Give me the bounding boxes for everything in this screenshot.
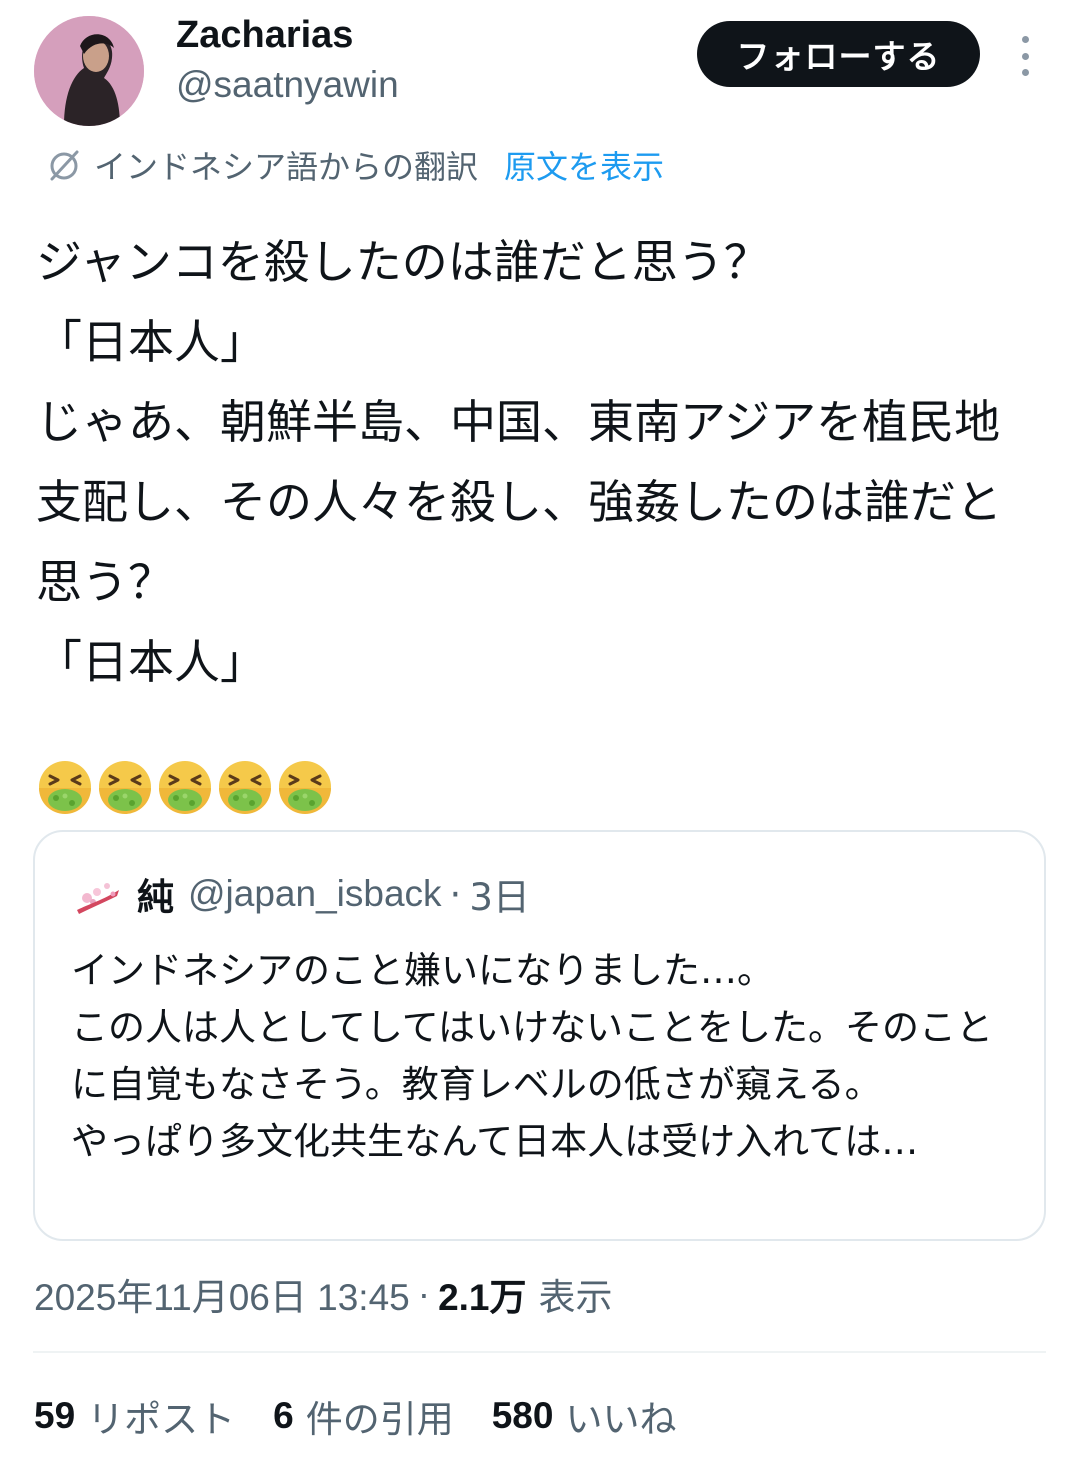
reposts-label: リポスト bbox=[87, 1398, 236, 1441]
more-dot bbox=[1021, 52, 1029, 60]
quoted-tweet-header: 純 @japan_isback · 3日 bbox=[69, 867, 530, 921]
more-dot bbox=[1021, 36, 1029, 43]
tweet-meta-row: 2025年11月06日 13:45 · 2.1万 表示 bbox=[34, 1266, 613, 1322]
views-count: 2.1万 bbox=[438, 1277, 527, 1318]
emoji-row bbox=[36, 758, 334, 818]
meta-separator: · bbox=[417, 1273, 431, 1314]
quotes-count: 6 bbox=[273, 1395, 294, 1436]
engagement-stats-row: 59 リポスト 6 件の引用 580 いいね bbox=[34, 1388, 714, 1444]
tweet-timestamp[interactable]: 2025年11月06日 13:45 bbox=[34, 1267, 410, 1321]
quoted-author-handle[interactable]: @japan_isback bbox=[188, 873, 442, 915]
quoted-separator: · bbox=[449, 872, 462, 916]
quoted-timestamp: 3日 bbox=[469, 876, 530, 919]
nauseated-face-emoji-icon bbox=[39, 761, 91, 814]
author-avatar[interactable] bbox=[34, 16, 144, 126]
tweet-detail-page: Zacharias @saatnyawin フォローする インドネシア語からの翻… bbox=[0, 0, 1080, 1459]
avatar-image bbox=[34, 16, 144, 126]
nauseated-face-emoji-icon bbox=[219, 761, 271, 814]
quoted-tweet-text: インドネシアのこと嫌いになりました…。 この人は人としてしてはいけないことをした… bbox=[71, 949, 994, 1163]
tweet-text: ジャンコを殺したのは誰だと思う？ 「日本人」 じゃあ、朝鮮半島、中国、東南アジア… bbox=[36, 235, 1002, 689]
translation-note: インドネシア語からの翻訳 bbox=[94, 148, 479, 186]
quotes-stat[interactable]: 6 件の引用 bbox=[273, 1389, 454, 1443]
quoted-tweet-card[interactable]: 純 @japan_isback · 3日 インドネシアのこと嫌いになりました…。… bbox=[33, 830, 1046, 1241]
divider bbox=[33, 1351, 1046, 1353]
translation-row: インドネシア語からの翻訳 原文を表示 bbox=[44, 140, 664, 190]
quotes-label: 件の引用 bbox=[305, 1398, 454, 1441]
quoted-author-avatar[interactable] bbox=[69, 870, 129, 918]
likes-label: いいね bbox=[565, 1398, 677, 1441]
nauseated-face-emoji-icon bbox=[99, 761, 151, 814]
more-options-icon[interactable] bbox=[1014, 36, 1036, 76]
likes-stat[interactable]: 580 いいね bbox=[492, 1389, 677, 1443]
translate-icon bbox=[50, 150, 79, 181]
follow-button[interactable]: フォローする bbox=[697, 21, 980, 87]
nauseated-face-emoji-icon bbox=[159, 761, 211, 814]
more-dot bbox=[1021, 69, 1029, 76]
author-handle[interactable]: @saatnyawin bbox=[176, 64, 399, 106]
views-label: 表示 bbox=[538, 1277, 613, 1318]
reposts-count: 59 bbox=[34, 1395, 76, 1436]
nauseated-face-emoji-icon bbox=[279, 761, 331, 814]
likes-count: 580 bbox=[491, 1395, 554, 1436]
reposts-stat[interactable]: 59 リポスト bbox=[34, 1389, 235, 1443]
quoted-author-name[interactable]: 純 bbox=[137, 867, 174, 921]
show-original-link[interactable]: 原文を表示 bbox=[504, 142, 664, 188]
author-display-name[interactable]: Zacharias bbox=[176, 14, 353, 57]
